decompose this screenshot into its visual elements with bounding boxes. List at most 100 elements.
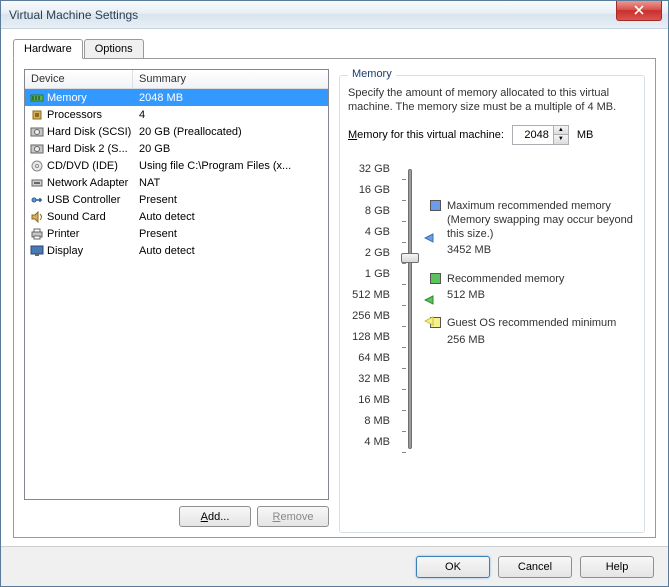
track-line: [408, 169, 412, 449]
device-summary: 4: [135, 109, 328, 121]
ok-button[interactable]: OK: [416, 556, 490, 578]
device-row[interactable]: USB ControllerPresent: [25, 191, 328, 208]
device-row[interactable]: CD/DVD (IDE)Using file C:\Program Files …: [25, 157, 328, 174]
scale-label: 16 MB: [348, 390, 390, 411]
slider-thumb[interactable]: [401, 253, 419, 263]
device-name: Display: [47, 245, 135, 257]
swatch-max: [430, 200, 441, 211]
device-summary: Using file C:\Program Files (x...: [135, 160, 328, 172]
right-pane: Memory Specify the amount of memory allo…: [339, 69, 645, 527]
header-summary[interactable]: Summary: [133, 70, 328, 88]
scale-label: 4 GB: [348, 222, 390, 243]
device-summary: 20 GB: [135, 143, 328, 155]
device-row[interactable]: Processors4: [25, 106, 328, 123]
spin-buttons: ▲ ▼: [553, 126, 568, 144]
scale-label: 4 MB: [348, 432, 390, 453]
device-row[interactable]: Sound CardAuto detect: [25, 208, 328, 225]
usb-icon: [29, 193, 45, 207]
group-label: Memory: [348, 68, 396, 80]
legend-min-label: Guest OS recommended minimum: [447, 316, 616, 330]
device-name: Network Adapter: [47, 177, 135, 189]
spin-up[interactable]: ▲: [553, 126, 568, 135]
device-row[interactable]: PrinterPresent: [25, 225, 328, 242]
legend-rec: Recommended memory 512 MB: [430, 272, 636, 303]
left-pane: Device Summary Memory2048 MBProcessors4H…: [24, 69, 329, 527]
legend-rec-val: 512 MB: [447, 288, 564, 302]
legend: Maximum recommended memory (Memory swapp…: [430, 159, 636, 453]
close-icon: [634, 5, 644, 15]
display-icon: [29, 244, 45, 258]
tab-content: Device Summary Memory2048 MBProcessors4H…: [13, 58, 656, 538]
marker-min: [424, 316, 434, 329]
slider-track[interactable]: [398, 159, 422, 453]
memory-input[interactable]: [513, 126, 553, 144]
device-row[interactable]: Memory2048 MB: [25, 89, 328, 106]
device-name: USB Controller: [47, 194, 135, 206]
slider-area: 32 GB16 GB8 GB4 GB2 GB1 GB512 MB256 MB12…: [348, 159, 636, 453]
list-rows: Memory2048 MBProcessors4Hard Disk (SCSI)…: [25, 89, 328, 259]
legend-max-val: 3452 MB: [447, 243, 636, 257]
titlebar: Virtual Machine Settings: [1, 1, 668, 29]
device-name: Hard Disk (SCSI): [47, 126, 135, 138]
scale-label: 8 GB: [348, 201, 390, 222]
spin-down[interactable]: ▼: [553, 135, 568, 144]
tab-bar: Hardware Options: [13, 39, 656, 59]
memory-spinner[interactable]: ▲ ▼: [512, 125, 569, 145]
legend-max-label: Maximum recommended memory: [447, 199, 636, 213]
printer-icon: [29, 227, 45, 241]
window-title: Virtual Machine Settings: [9, 8, 138, 22]
device-summary: 2048 MB: [135, 92, 328, 104]
device-name: Sound Card: [47, 211, 135, 223]
memory-icon: [29, 91, 45, 105]
scale-label: 256 MB: [348, 306, 390, 327]
close-button[interactable]: [616, 1, 662, 21]
sound-icon: [29, 210, 45, 224]
marker-max: [424, 233, 434, 246]
scale-label: 2 GB: [348, 243, 390, 264]
header-device[interactable]: Device: [25, 70, 133, 88]
scale-label: 512 MB: [348, 285, 390, 306]
scale-label: 32 MB: [348, 369, 390, 390]
tab-hardware[interactable]: Hardware: [13, 39, 83, 59]
scale-labels: 32 GB16 GB8 GB4 GB2 GB1 GB512 MB256 MB12…: [348, 159, 390, 453]
legend-max: Maximum recommended memory (Memory swapp…: [430, 199, 636, 258]
device-row[interactable]: Hard Disk (SCSI)20 GB (Preallocated): [25, 123, 328, 140]
memory-input-row: Memory for this virtual machine: ▲ ▼ MB: [348, 125, 636, 145]
memory-unit: MB: [577, 129, 594, 141]
legend-min-val: 256 MB: [447, 333, 616, 347]
memory-desc: Specify the amount of memory allocated t…: [348, 86, 636, 115]
scale-label: 1 GB: [348, 264, 390, 285]
memory-group: Memory Specify the amount of memory allo…: [339, 75, 645, 533]
device-row[interactable]: DisplayAuto detect: [25, 242, 328, 259]
left-buttons: Add... Remove: [24, 506, 329, 527]
scale-label: 128 MB: [348, 327, 390, 348]
device-summary: NAT: [135, 177, 328, 189]
scale-label: 16 GB: [348, 180, 390, 201]
legend-max-sub: (Memory swapping may occur beyond this s…: [447, 213, 636, 242]
remove-button: Remove: [257, 506, 329, 527]
dialog-body: Hardware Options Device Summary Memory20…: [1, 29, 668, 546]
bottom-bar: OK Cancel Help: [1, 546, 668, 586]
device-name: CD/DVD (IDE): [47, 160, 135, 172]
help-button[interactable]: Help: [580, 556, 654, 578]
add-button[interactable]: Add...: [179, 506, 251, 527]
device-list[interactable]: Device Summary Memory2048 MBProcessors4H…: [24, 69, 329, 500]
cd-icon: [29, 159, 45, 173]
scale-label: 8 MB: [348, 411, 390, 432]
scale-label: 64 MB: [348, 348, 390, 369]
legend-min: Guest OS recommended minimum 256 MB: [430, 316, 636, 347]
device-summary: Auto detect: [135, 211, 328, 223]
device-name: Printer: [47, 228, 135, 240]
cancel-button[interactable]: Cancel: [498, 556, 572, 578]
net-icon: [29, 176, 45, 190]
device-name: Hard Disk 2 (S...: [47, 143, 135, 155]
device-summary: Auto detect: [135, 245, 328, 257]
marker-rec: [424, 295, 434, 308]
device-summary: Present: [135, 228, 328, 240]
device-row[interactable]: Network AdapterNAT: [25, 174, 328, 191]
tab-options[interactable]: Options: [84, 39, 144, 59]
legend-rec-label: Recommended memory: [447, 272, 564, 286]
device-summary: Present: [135, 194, 328, 206]
device-row[interactable]: Hard Disk 2 (S...20 GB: [25, 140, 328, 157]
scale-label: 32 GB: [348, 159, 390, 180]
